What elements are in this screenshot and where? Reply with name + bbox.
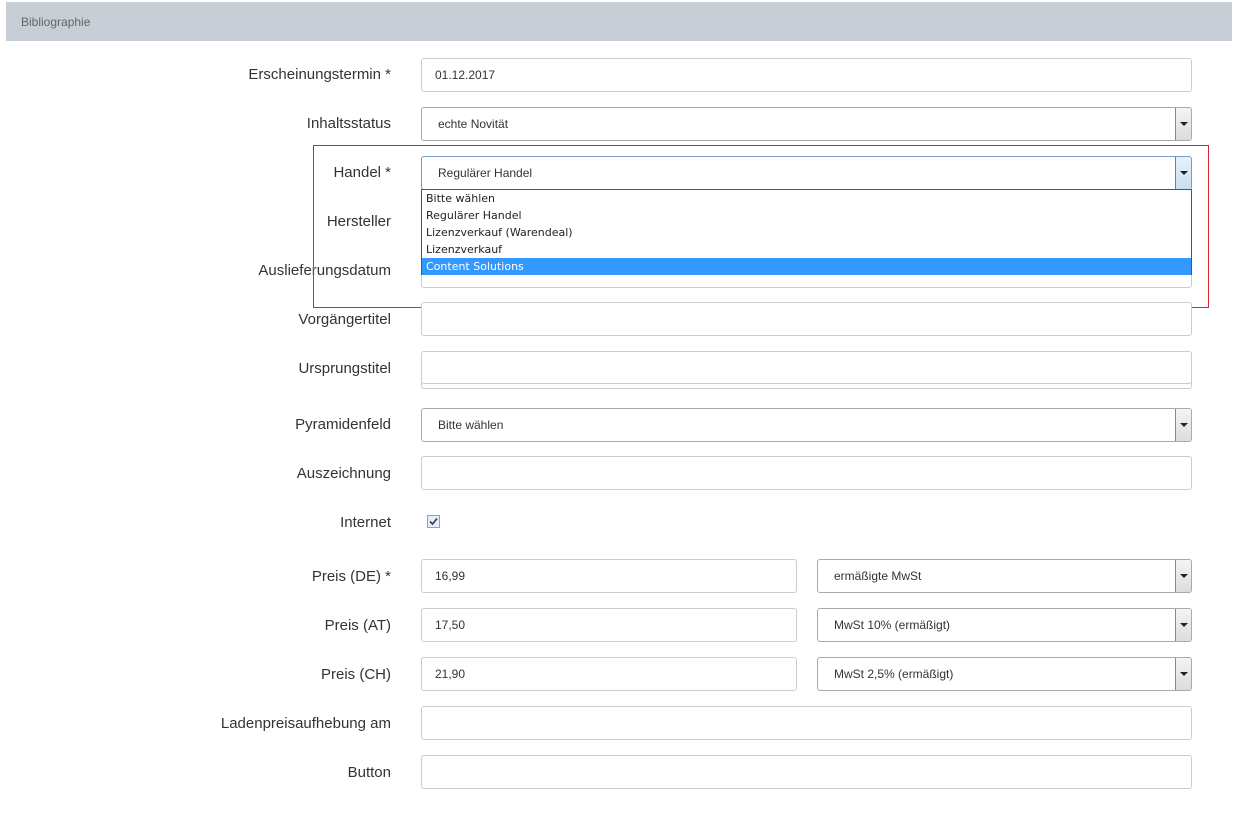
auszeichnung-label: Auszeichnung xyxy=(296,465,391,482)
pyramidenfeld-select[interactable]: Bitte wählen xyxy=(421,408,1192,442)
ursprungstitel-input[interactable] xyxy=(421,351,1192,389)
inhaltsstatus-value: echte Novität xyxy=(438,117,509,131)
preis-at-input[interactable]: 17,50 xyxy=(421,608,797,642)
chevron-down-icon[interactable] xyxy=(1175,609,1191,641)
preis-at-label: Preis (AT) xyxy=(324,617,391,634)
ladenpreisaufhebung-label: Ladenpreisaufhebung am xyxy=(220,715,391,732)
ladenpreisaufhebung-input[interactable] xyxy=(421,706,1192,740)
pyramidenfeld-label: Pyramidenfeld xyxy=(295,416,391,433)
chevron-down-icon[interactable] xyxy=(1175,409,1191,441)
inhaltsstatus-label: Inhaltsstatus xyxy=(306,115,391,132)
dropdown-option[interactable]: Bitte wählen xyxy=(422,190,1191,207)
internet-checkbox[interactable] xyxy=(427,515,440,528)
handel-dropdown-list: Bitte wählen Regulärer Handel Lizenzverk… xyxy=(421,189,1192,275)
vorgaengertitel-input[interactable] xyxy=(421,302,1192,336)
dropdown-option[interactable]: Regulärer Handel xyxy=(422,207,1191,224)
chevron-down-icon[interactable] xyxy=(1175,157,1191,189)
preis-ch-tax-select[interactable]: MwSt 2,5% (ermäßigt) xyxy=(817,657,1192,691)
internet-label: Internet xyxy=(340,514,391,531)
checkmark-icon xyxy=(429,517,438,526)
panel-header: Bibliographie xyxy=(6,2,1232,41)
preis-de-tax-value: ermäßigte MwSt xyxy=(834,569,922,583)
button-label: Button xyxy=(347,764,391,781)
chevron-down-icon[interactable] xyxy=(1175,658,1191,690)
preis-de-input[interactable]: 16,99 xyxy=(421,559,797,593)
vorgaengertitel-label: Vorgängertitel xyxy=(298,311,391,328)
dropdown-option[interactable]: Lizenzverkauf (Warendeal) xyxy=(422,224,1191,241)
chevron-down-icon[interactable] xyxy=(1175,560,1191,592)
inhaltsstatus-select[interactable]: echte Novität xyxy=(421,107,1192,141)
hersteller-label: Hersteller xyxy=(326,213,391,230)
pyramidenfeld-value: Bitte wählen xyxy=(438,418,504,432)
preis-de-label: Preis (DE) * xyxy=(311,568,391,585)
ursprungstitel-label: Ursprungstitel xyxy=(298,360,391,377)
panel-title: Bibliographie xyxy=(21,14,91,29)
preis-at-tax-value: MwSt 10% (ermäßigt) xyxy=(834,618,951,632)
auslieferungsdatum-label: Auslieferungsdatum xyxy=(258,262,391,279)
handel-select[interactable]: Regulärer Handel xyxy=(421,156,1192,190)
button-input[interactable] xyxy=(421,755,1192,789)
preis-de-tax-select[interactable]: ermäßigte MwSt xyxy=(817,559,1192,593)
handel-label: Handel * xyxy=(333,164,391,181)
preis-at-tax-select[interactable]: MwSt 10% (ermäßigt) xyxy=(817,608,1192,642)
preis-ch-input[interactable]: 21,90 xyxy=(421,657,797,691)
chevron-down-icon[interactable] xyxy=(1175,108,1191,140)
erscheinungstermin-label: Erscheinungstermin * xyxy=(248,66,391,83)
preis-ch-label: Preis (CH) xyxy=(321,666,391,683)
erscheinungstermin-input[interactable]: 01.12.2017 xyxy=(421,58,1192,92)
preis-ch-tax-value: MwSt 2,5% (ermäßigt) xyxy=(834,667,954,681)
auszeichnung-input[interactable] xyxy=(421,456,1192,490)
dropdown-option-selected[interactable]: Content Solutions xyxy=(422,258,1191,275)
dropdown-option[interactable]: Lizenzverkauf xyxy=(422,241,1191,258)
handel-value: Regulärer Handel xyxy=(438,166,533,180)
